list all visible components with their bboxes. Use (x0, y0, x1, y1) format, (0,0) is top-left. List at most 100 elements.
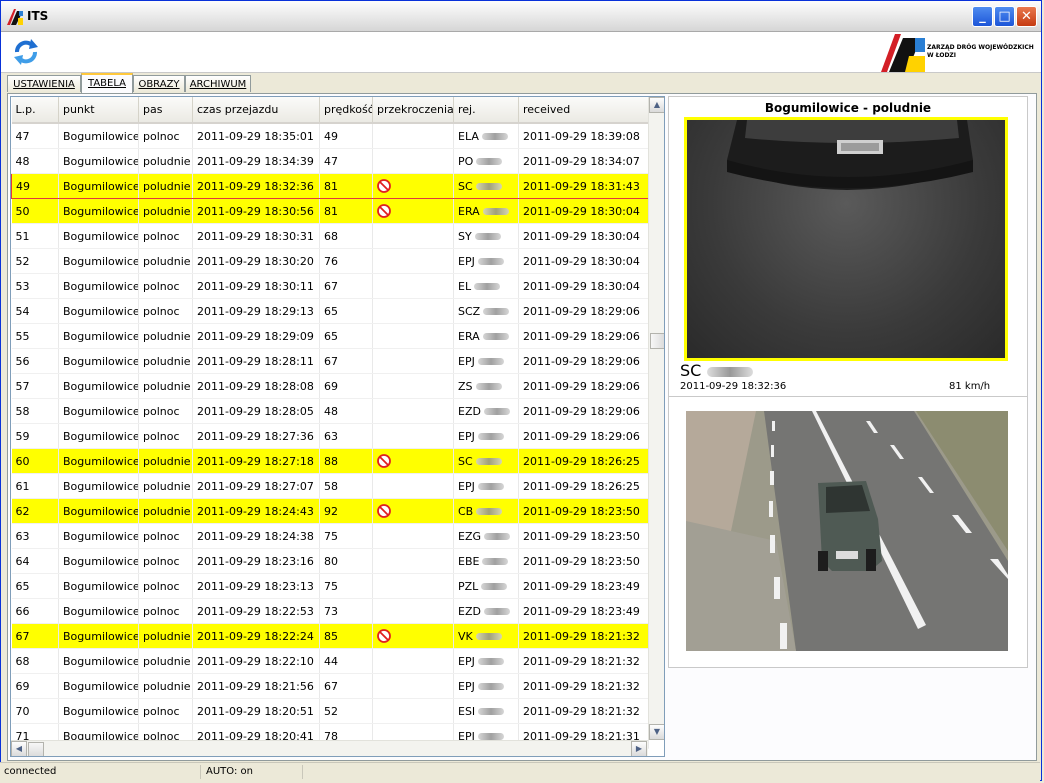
table-row[interactable]: 56 Bogumilowice poludnie 2011-09-29 18:28:1… (11, 348, 649, 374)
cell-czas: 2011-09-29 18:30:11 (192, 273, 320, 299)
cell-rej: EPJ (453, 348, 519, 374)
col-header-lp[interactable]: L.p. (11, 97, 59, 124)
cell-lp: 51 (11, 223, 59, 249)
cell-pas: poludnie (138, 648, 193, 674)
cell-rej: PZL (453, 573, 519, 599)
scroll-down-icon[interactable]: ▼ (649, 724, 664, 740)
scroll-left-icon[interactable]: ◀ (11, 741, 27, 756)
cell-lp: 62 (11, 498, 59, 524)
status-bar: connected AUTO: on (0, 762, 1040, 781)
plate-blur (484, 533, 511, 540)
col-header-predkosc[interactable]: prędkość (319, 97, 373, 124)
close-button[interactable]: ✕ (1016, 6, 1037, 27)
cell-rej: EZD (453, 398, 519, 424)
table-row[interactable]: 70 Bogumilowice polnoc 2011-09-29 18:20:51 5… (11, 698, 649, 724)
table-row[interactable]: 68 Bogumilowice poludnie 2011-09-29 18:22:1… (11, 648, 649, 674)
cell-przekroczenia (372, 598, 454, 624)
refresh-icon[interactable] (11, 36, 41, 68)
horizontal-scrollbar[interactable]: ◀ ▶ (11, 740, 648, 756)
cell-czas: 2011-09-29 18:22:53 (192, 598, 320, 624)
cell-pas: polnoc (138, 423, 193, 449)
cell-predkosc: 85 (319, 623, 373, 649)
col-header-przekroczenia[interactable]: przekroczenia (372, 97, 454, 124)
col-header-received[interactable]: received (518, 97, 649, 124)
cell-czas: 2011-09-29 18:24:38 (192, 523, 320, 549)
cell-rej: EZD (453, 598, 519, 624)
horizontal-scroll-thumb[interactable] (28, 742, 44, 756)
camera-title: Bogumilowice - poludnie (764, 101, 932, 115)
cell-przekroczenia (372, 648, 454, 674)
scroll-up-icon[interactable]: ▲ (649, 97, 664, 113)
table-row[interactable]: 62 Bogumilowice poludnie 2011-09-29 18:24:4… (11, 498, 649, 524)
table-row[interactable]: 52 Bogumilowice poludnie 2011-09-29 18:30:2… (11, 248, 649, 274)
cell-przekroczenia (372, 373, 454, 399)
table-row[interactable]: 58 Bogumilowice polnoc 2011-09-29 18:28:05 4… (11, 398, 649, 424)
table-row[interactable]: 47 Bogumilowice polnoc 2011-09-29 18:35:01 4… (11, 123, 649, 149)
cell-lp: 58 (11, 398, 59, 424)
table-row[interactable]: 63 Bogumilowice polnoc 2011-09-29 18:24:38 7… (11, 523, 649, 549)
table-row[interactable]: 55 Bogumilowice poludnie 2011-09-29 18:29:0… (11, 323, 649, 349)
table-row[interactable]: 50 Bogumilowice poludnie 2011-09-29 18:30:5… (11, 198, 649, 224)
cell-predkosc: 44 (319, 648, 373, 674)
scroll-right-icon[interactable]: ▶ (631, 741, 647, 756)
cell-predkosc: 68 (319, 223, 373, 249)
no-entry-icon (377, 629, 391, 643)
table-row[interactable]: 59 Bogumilowice polnoc 2011-09-29 18:27:36 6… (11, 423, 649, 449)
tab-tabela[interactable]: TABELA (81, 73, 133, 93)
rej-text: EPJ (458, 429, 475, 443)
table-row[interactable]: 67 Bogumilowice poludnie 2011-09-29 18:22:2… (11, 623, 649, 649)
cell-przekroczenia (372, 673, 454, 699)
plate-blur (481, 133, 508, 140)
cell-rej: EPJ (453, 248, 519, 274)
plate-blur (707, 366, 754, 377)
col-header-czas[interactable]: czas przejazdu (192, 97, 320, 124)
table-row[interactable]: 60 Bogumilowice poludnie 2011-09-29 18:27:1… (11, 448, 649, 474)
table-row[interactable]: 61 Bogumilowice poludnie 2011-09-29 18:27:0… (11, 473, 649, 499)
cell-punkt: Bogumilowice (58, 498, 139, 524)
table-row[interactable]: 53 Bogumilowice polnoc 2011-09-29 18:30:11 6… (11, 273, 649, 299)
cell-received: 2011-09-29 18:30:04 (518, 273, 649, 299)
table-row[interactable]: 69 Bogumilowice poludnie 2011-09-29 18:21:5… (11, 673, 649, 699)
cell-lp: 69 (11, 673, 59, 699)
cell-pas: poludnie (138, 173, 193, 199)
tab-obrazy[interactable]: OBRAZY (133, 75, 185, 92)
table-row[interactable]: 51 Bogumilowice polnoc 2011-09-29 18:30:31 6… (11, 223, 649, 249)
cell-predkosc: 81 (319, 173, 373, 199)
table-row[interactable]: 65 Bogumilowice polnoc 2011-09-29 18:23:13 7… (11, 573, 649, 599)
table-row[interactable]: 48 Bogumilowice poludnie 2011-09-29 18:34:3… (11, 148, 649, 174)
plate-camera-image (684, 117, 1008, 361)
plate-blur (483, 608, 510, 615)
cell-przekroczenia (372, 573, 454, 599)
maximize-button[interactable]: □ (994, 6, 1015, 27)
table-row[interactable]: 66 Bogumilowice polnoc 2011-09-29 18:22:53 7… (11, 598, 649, 624)
cell-lp: 55 (11, 323, 59, 349)
rej-text: SC (458, 454, 473, 468)
cell-received: 2011-09-29 18:23:50 (518, 498, 649, 524)
cell-lp: 59 (11, 423, 59, 449)
col-header-rej[interactable]: rej. (453, 97, 519, 124)
table-row[interactable]: 49 Bogumilowice poludnie 2011-09-29 18:32:3… (11, 173, 649, 199)
cell-pas: polnoc (138, 123, 193, 149)
vertical-scroll-thumb[interactable] (650, 333, 664, 349)
cell-pas: polnoc (138, 398, 193, 424)
table-row[interactable]: 57 Bogumilowice poludnie 2011-09-29 18:28:0… (11, 373, 649, 399)
tab-ustawienia[interactable]: USTAWIENIA (7, 75, 81, 92)
col-header-pas[interactable]: pas (138, 97, 193, 124)
title-bar[interactable]: ITS _ □ ✕ (1, 1, 1041, 32)
table-row[interactable]: 54 Bogumilowice polnoc 2011-09-29 18:29:13 6… (11, 298, 649, 324)
vertical-scrollbar[interactable]: ▲ ▼ (648, 97, 664, 740)
cell-received: 2011-09-29 18:29:06 (518, 323, 649, 349)
cell-czas: 2011-09-29 18:27:36 (192, 423, 320, 449)
cell-przekroczenia (372, 173, 454, 199)
cell-received: 2011-09-29 18:29:06 (518, 373, 649, 399)
tab-archiwum[interactable]: ARCHIWUM (185, 75, 251, 92)
cell-rej: EPJ (453, 673, 519, 699)
cell-przekroczenia (372, 198, 454, 224)
cell-czas: 2011-09-29 18:24:43 (192, 498, 320, 524)
minimize-button[interactable]: _ (972, 6, 993, 27)
cell-received: 2011-09-29 18:29:06 (518, 348, 649, 374)
col-header-punkt[interactable]: punkt (58, 97, 139, 124)
plate-blur (481, 583, 508, 590)
cell-lp: 48 (11, 148, 59, 174)
table-row[interactable]: 64 Bogumilowice polnoc 2011-09-29 18:23:16 8… (11, 548, 649, 574)
